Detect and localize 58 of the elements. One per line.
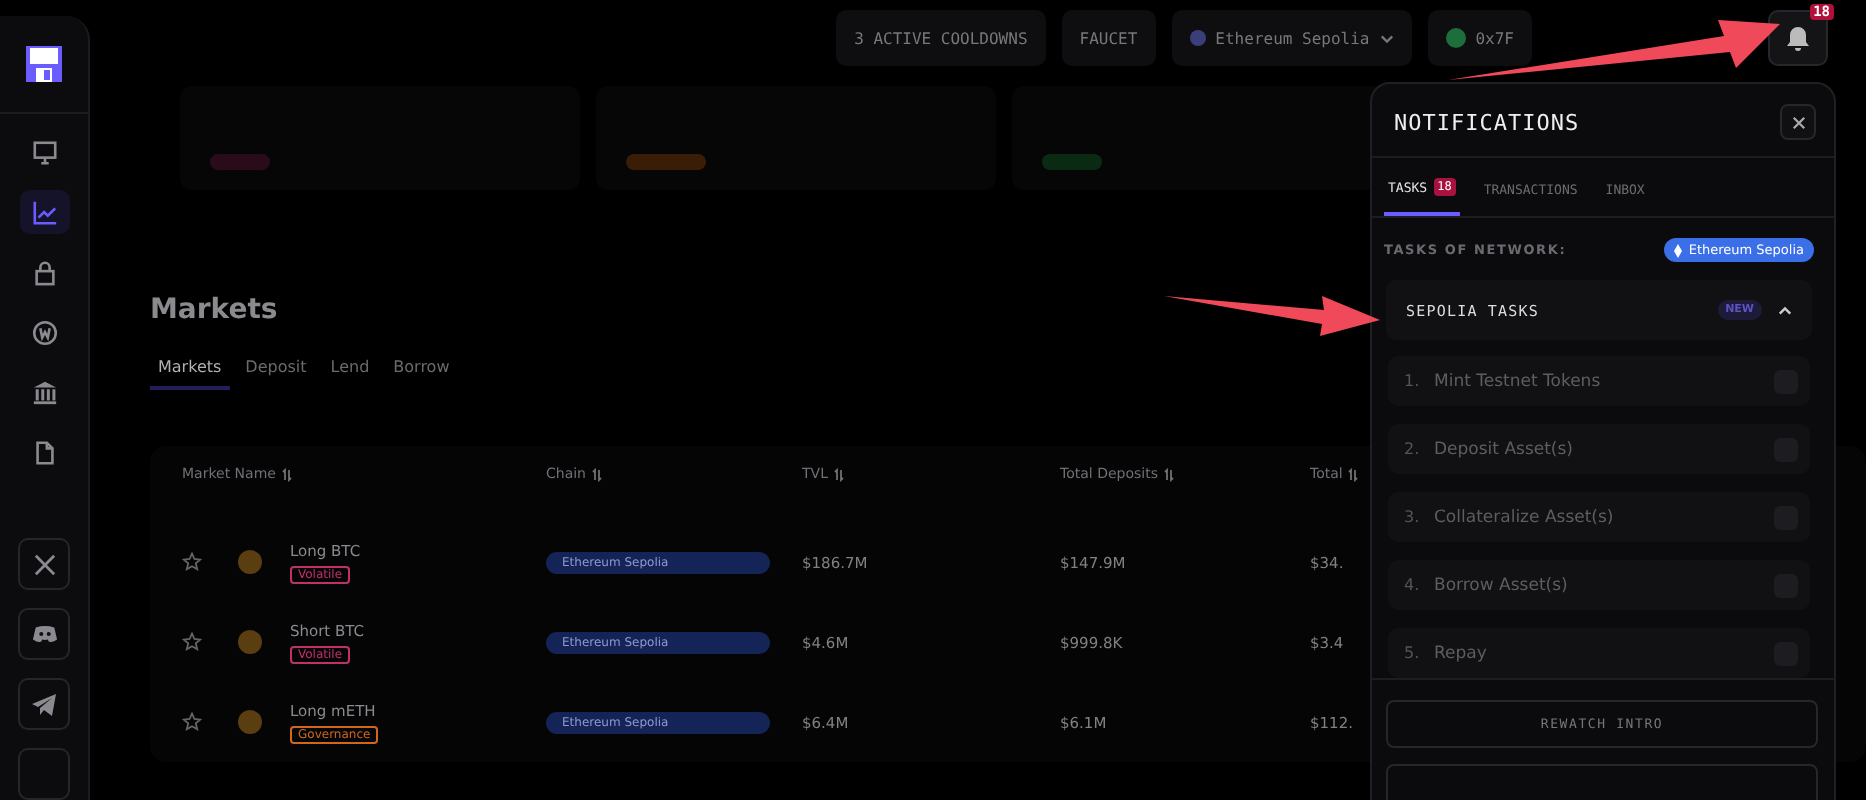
star-icon[interactable] (182, 712, 202, 732)
task-label: Borrow Asset(s) (1434, 575, 1570, 595)
task-label: Collateralize Asset(s) (1434, 507, 1616, 527)
task-number: 4. (1404, 576, 1422, 594)
star-icon[interactable] (182, 552, 202, 572)
page-title: Markets (150, 294, 278, 326)
star-icon[interactable] (182, 632, 202, 652)
market-tab[interactable]: Markets (150, 358, 230, 390)
paper-plane-icon (32, 693, 56, 715)
task-item[interactable]: 1. Mint Testnet Tokens (1388, 356, 1810, 406)
caret-icon (1778, 305, 1792, 315)
market-tab[interactable]: Borrow (385, 358, 458, 390)
market-tab[interactable]: Deposit (237, 358, 315, 390)
task-item[interactable]: 4. Borrow Asset(s) (1388, 560, 1810, 610)
sort-icon[interactable] (592, 468, 602, 482)
sort-icon[interactable] (281, 468, 292, 482)
chart-icon (31, 199, 57, 225)
task-number: 5. (1404, 644, 1422, 662)
social-link-button[interactable] (18, 538, 70, 590)
bell-icon (1786, 25, 1810, 51)
task-number: 1. (1404, 372, 1422, 390)
task-label: Mint Testnet Tokens (1434, 371, 1603, 391)
bank-icon (31, 379, 57, 405)
ethereum-icon (1674, 243, 1683, 257)
close-button[interactable] (1780, 104, 1816, 140)
social-link-button[interactable] (18, 608, 70, 660)
task-label: Repay (1434, 643, 1489, 663)
floppy-disk-logo-icon[interactable] (26, 46, 62, 82)
monitor-icon (31, 139, 57, 165)
task-label: Deposit Asset(s) (1434, 439, 1575, 459)
task-number: 3. (1404, 508, 1422, 526)
task-item[interactable]: 5. Repay (1388, 628, 1810, 678)
faucet-button[interactable]: FAUCET (1061, 10, 1156, 66)
lock-icon (31, 259, 57, 285)
panel-title: NOTIFICATIONS (1394, 109, 1580, 135)
token-icon (238, 630, 262, 654)
close-icon (1791, 115, 1805, 129)
task-number: 2. (1404, 440, 1422, 458)
token-icon (238, 550, 262, 574)
chevron-down-icon (1379, 33, 1394, 43)
sort-icon[interactable] (833, 468, 844, 482)
game-controller-icon (31, 624, 57, 644)
social-link-button[interactable] (18, 678, 70, 730)
network-dot-icon (1189, 30, 1206, 46)
avatar-circle-icon (1445, 28, 1466, 48)
wallet-button[interactable]: 0x7F (1427, 10, 1532, 66)
document-icon (31, 439, 57, 465)
coin-icon (31, 319, 57, 345)
x-logo-icon (33, 553, 55, 575)
sort-icon[interactable] (1348, 468, 1359, 482)
task-item[interactable]: 3. Collateralize Asset(s) (1388, 492, 1810, 542)
market-tab[interactable]: Lend (322, 358, 378, 390)
network-selector[interactable]: Ethereum Sepolia (1171, 10, 1412, 66)
sidebar-item[interactable] (19, 190, 69, 234)
task-item[interactable]: 2. Deposit Asset(s) (1388, 424, 1810, 474)
sort-icon[interactable] (1163, 468, 1174, 482)
token-icon (238, 710, 262, 734)
cooldowns-button[interactable]: 3 ACTIVE COOLDOWNS (836, 10, 1046, 66)
